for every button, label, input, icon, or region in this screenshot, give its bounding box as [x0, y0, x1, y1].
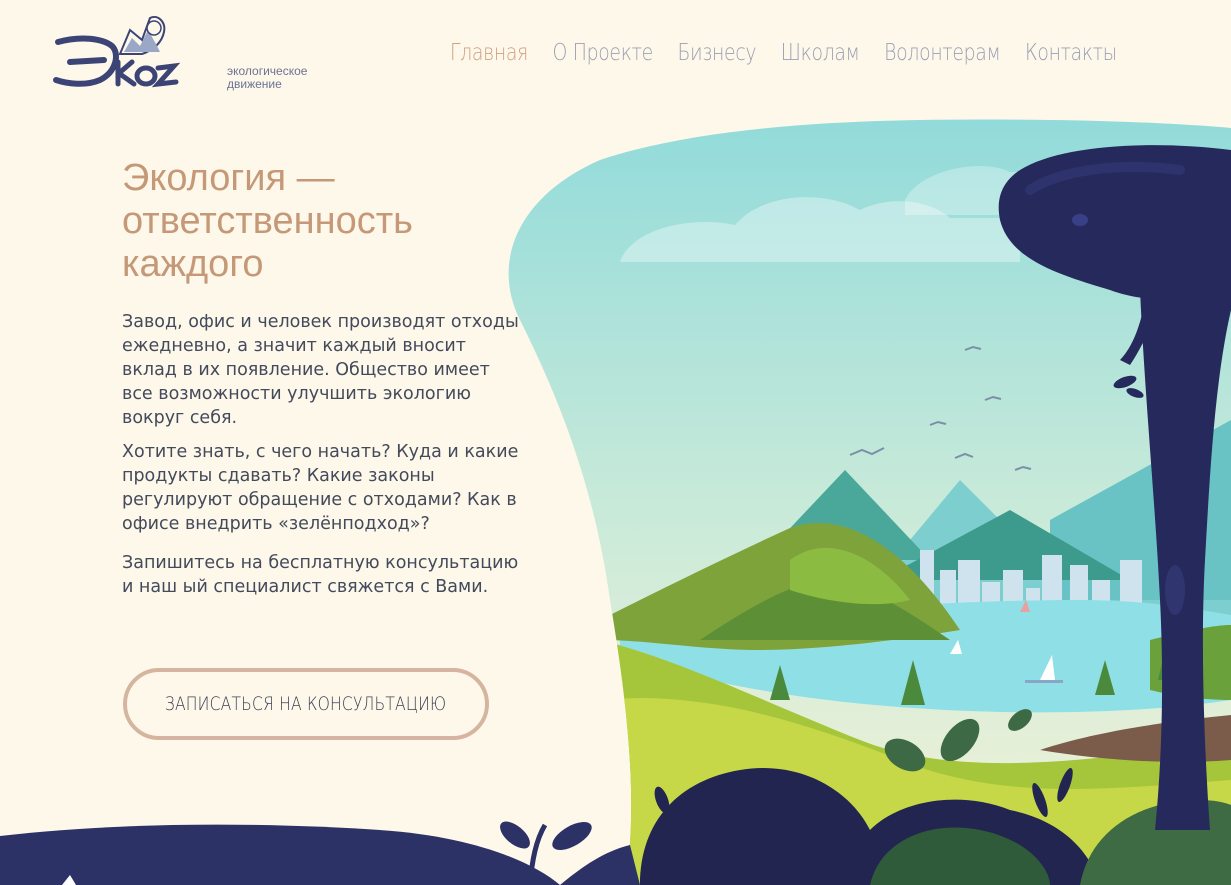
- hero-paragraph-2: Хотите знать, с чего начать? Куда и каки…: [122, 442, 519, 534]
- nav-item-schools[interactable]: Школам: [781, 40, 860, 66]
- nav-item-home[interactable]: Главная: [450, 40, 528, 66]
- nav-item-volunteers[interactable]: Волонтерам: [884, 40, 1001, 66]
- nav-item-business[interactable]: Бизнесу: [677, 40, 756, 66]
- hero-paragraph-3: Запишитесь на бесплатную консультацию и …: [122, 553, 519, 597]
- main-nav: Главная О Проекте Бизнесу Школам Волонте…: [450, 40, 1117, 66]
- hero-title-line3: каждого: [122, 243, 264, 285]
- hero-title-line1: Экология —: [122, 157, 335, 199]
- consultation-button[interactable]: ЗАПИСАТЬСЯ НА КОНСУЛЬТАЦИЮ: [123, 668, 489, 740]
- hero-paragraph-1: Завод, офис и человек производят отходы …: [122, 312, 519, 428]
- logo-subtitle-line2: движение: [227, 77, 282, 91]
- hero-title: Экология — ответственность каждого: [122, 157, 502, 286]
- logo-subtitle: экологическое движение: [227, 65, 307, 91]
- hero-title-line2: ответственность: [122, 200, 413, 242]
- nav-item-about[interactable]: О Проекте: [553, 40, 654, 66]
- logo[interactable]: экологическое движение: [50, 10, 307, 91]
- nav-item-contacts[interactable]: Контакты: [1025, 40, 1117, 66]
- logo-mark-icon: [53, 16, 181, 88]
- consultation-button-label: ЗАПИСАТЬСЯ НА КОНСУЛЬТАЦИЮ: [165, 693, 447, 715]
